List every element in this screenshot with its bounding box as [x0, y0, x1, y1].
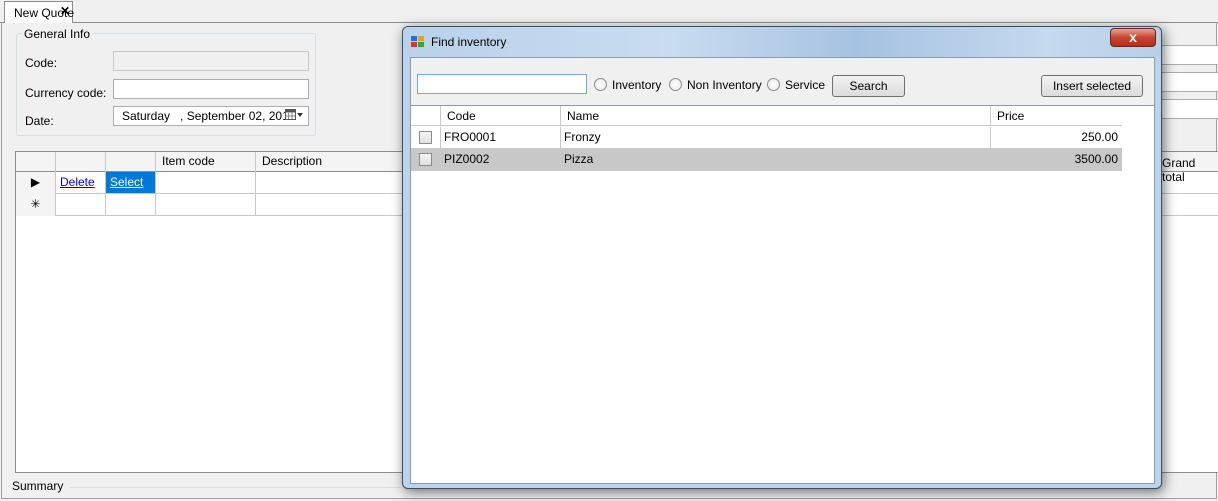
new-row-delete-cell[interactable]	[56, 194, 106, 216]
quote-header-select	[106, 152, 156, 172]
quote-header-delete	[56, 152, 106, 172]
inventory-grid-header: Code Name Price	[411, 106, 1122, 126]
find-inventory-dialog: Find inventory x Inventory Non Inventory…	[402, 26, 1162, 489]
quote-header-item-code[interactable]: Item code	[156, 152, 256, 172]
row-price[interactable]: 3500.00	[991, 149, 1122, 171]
radio-service-label[interactable]: Service	[785, 78, 825, 92]
dialog-title-bar[interactable]	[403, 27, 1161, 57]
window-app-icon	[411, 36, 425, 48]
right-field-3[interactable]	[1158, 99, 1218, 119]
radio-service[interactable]	[767, 78, 780, 91]
date-picker[interactable]: Saturday , September 02, 2017	[113, 106, 309, 126]
grand-total-header[interactable]: Grand total	[1162, 156, 1218, 184]
row-item-code[interactable]	[156, 172, 256, 194]
date-value: Saturday , September 02, 2017	[122, 109, 296, 123]
right-field-2[interactable]	[1158, 72, 1218, 92]
insert-selected-button[interactable]: Insert selected	[1041, 75, 1143, 97]
header-name[interactable]: Name	[561, 106, 991, 126]
right-field-1[interactable]	[1158, 45, 1218, 65]
radio-non-inventory-label[interactable]: Non Inventory	[687, 78, 762, 92]
new-row-item-code[interactable]	[156, 194, 256, 216]
row-checkbox[interactable]	[419, 153, 432, 166]
summary-title: Summary	[12, 479, 64, 493]
radio-inventory-label[interactable]: Inventory	[612, 78, 661, 92]
row-code[interactable]: PIZ0002	[441, 149, 561, 171]
tab-close-icon[interactable]: ✕	[60, 4, 70, 18]
code-label: Code:	[25, 56, 58, 70]
general-info-title: General Info	[22, 27, 93, 41]
calendar-dropdown-icon[interactable]	[285, 109, 303, 124]
delete-link[interactable]: Delete	[60, 175, 95, 189]
row-code[interactable]: FRO0001	[441, 127, 561, 149]
radio-inventory[interactable]	[594, 78, 607, 91]
summary-divider	[70, 487, 400, 488]
row-delete-cell[interactable]: Delete	[56, 172, 106, 194]
inventory-grid: Code Name Price FRO0001 Fronzy 250.00 PI…	[411, 105, 1154, 483]
row-indicator-icon: ▶	[16, 172, 56, 194]
inventory-row[interactable]: PIZ0002 Pizza 3500.00	[411, 149, 1122, 171]
dialog-close-button[interactable]: x	[1110, 28, 1156, 47]
dialog-title: Find inventory	[431, 35, 507, 49]
dialog-client-area: Inventory Non Inventory Service Search I…	[410, 57, 1155, 484]
row-price[interactable]: 250.00	[991, 127, 1122, 149]
currency-code-field[interactable]	[113, 79, 309, 99]
header-checkbox-column	[411, 106, 441, 126]
select-link[interactable]: Select	[106, 172, 155, 193]
row-checkbox[interactable]	[419, 131, 432, 144]
row-description[interactable]	[256, 172, 406, 194]
row-checkbox-cell[interactable]	[411, 127, 441, 149]
row-checkbox-cell[interactable]	[411, 149, 441, 171]
inventory-row[interactable]: FRO0001 Fronzy 250.00	[411, 127, 1122, 149]
quote-header-rowhdr	[16, 152, 56, 172]
header-code[interactable]: Code	[441, 106, 561, 126]
code-field	[113, 51, 309, 71]
currency-code-label: Currency code:	[25, 86, 107, 100]
header-price[interactable]: Price	[991, 106, 1122, 126]
row-name[interactable]: Pizza	[561, 149, 991, 171]
close-icon: x	[1129, 29, 1137, 45]
date-label: Date:	[25, 114, 54, 128]
new-row-description[interactable]	[256, 194, 406, 216]
search-input[interactable]	[417, 74, 587, 94]
search-button[interactable]: Search	[832, 75, 905, 97]
quote-header-description[interactable]: Description	[256, 152, 406, 172]
new-row-select-cell[interactable]	[106, 194, 156, 216]
tab-new-quote[interactable]: New Quote ✕	[4, 1, 74, 23]
row-select-cell[interactable]: Select	[106, 172, 156, 194]
row-name[interactable]: Fronzy	[561, 127, 991, 149]
new-row-asterisk-icon: ✳	[16, 194, 56, 216]
radio-non-inventory[interactable]	[669, 78, 682, 91]
